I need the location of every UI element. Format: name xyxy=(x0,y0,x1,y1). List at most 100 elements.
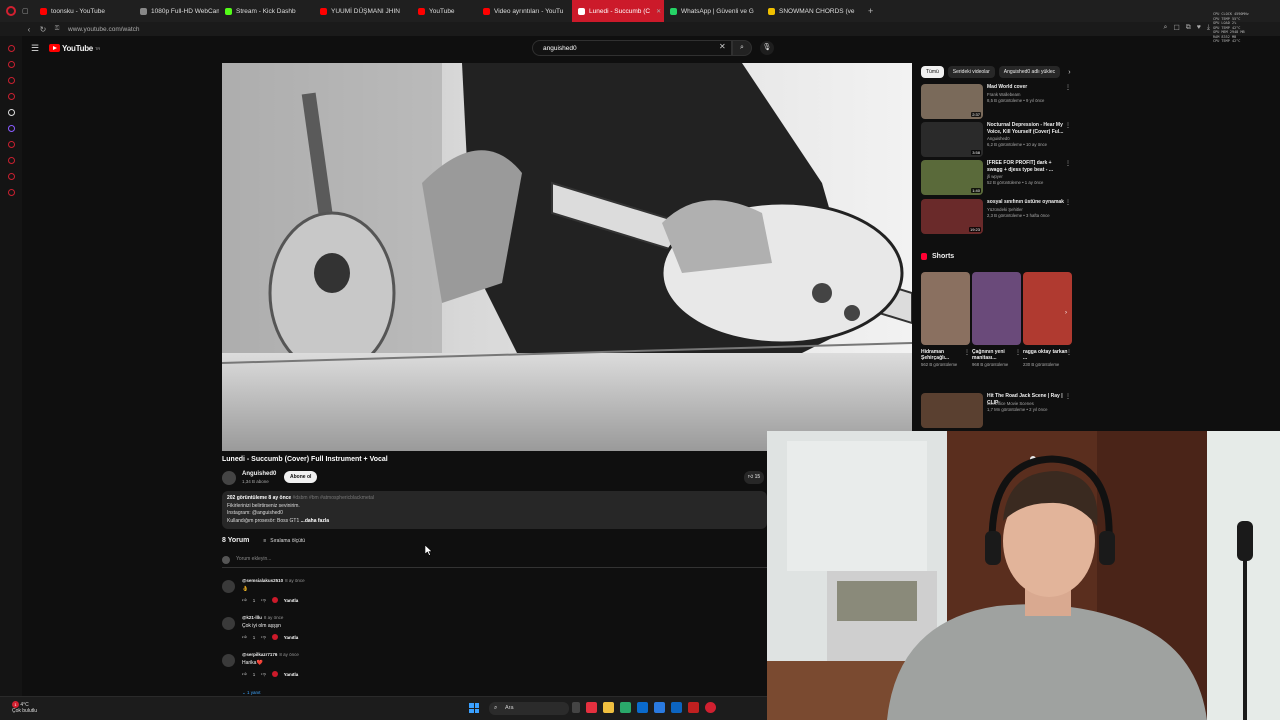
browser-tab[interactable]: YUUMİ DÜŞMANI JHIN xyxy=(314,0,412,22)
video-thumbnail[interactable]: 1:40 xyxy=(921,160,983,195)
commenter-avatar[interactable] xyxy=(222,654,235,667)
more-actions-icon[interactable]: ⋮ xyxy=(1065,393,1071,400)
short-title[interactable]: ragga oktay tarkan ... xyxy=(1023,349,1072,361)
browser-tab[interactable]: SNOWMAN CHORDS (ve xyxy=(762,0,862,22)
comment-username[interactable]: @serpilkazr7176 xyxy=(242,652,277,657)
short-thumbnail[interactable] xyxy=(972,272,1021,345)
more-actions-icon[interactable]: ⋮ xyxy=(1015,349,1021,356)
short-thumbnail[interactable] xyxy=(921,272,970,345)
comment-like-icon[interactable]: 👍︎ xyxy=(242,671,247,677)
sidebar-app-icon[interactable] xyxy=(7,125,15,132)
app-icon[interactable] xyxy=(654,702,665,713)
zoom-icon[interactable]: ⌕ xyxy=(1164,24,1168,32)
short-item[interactable]: Çağnının yeni manitası... 968 B görüntüle… xyxy=(972,272,1021,368)
subscribe-button[interactable]: Abone ol xyxy=(284,471,318,483)
filter-chip[interactable]: Serideki videolar xyxy=(947,66,995,78)
opera-icon[interactable] xyxy=(705,702,716,713)
shield-icon[interactable]: ♥ xyxy=(1197,24,1201,32)
short-title[interactable]: Hidraman Şehirçağlı... xyxy=(921,349,970,361)
browser-tab[interactable]: Lunedi - Succumb (C ✕ xyxy=(572,0,664,22)
comment-dislike-icon[interactable]: 👎︎ xyxy=(261,671,266,677)
video-title[interactable]: sosyal sınıfının üstüne oynamak xyxy=(987,199,1065,206)
sort-button[interactable]: ≡ Sıralama ölçütü xyxy=(263,538,305,544)
tab-list-icon[interactable]: ▢ xyxy=(22,7,34,15)
windows-start-icon[interactable] xyxy=(469,703,479,713)
comment-author[interactable]: @k21-lllu 8 ay önce xyxy=(242,615,283,620)
browser-tab[interactable]: Stream - Kick Dashb xyxy=(219,0,314,22)
search-input[interactable]: anguished0 xyxy=(532,40,732,56)
reload-icon[interactable]: ↻ xyxy=(36,25,50,34)
video-thumbnail[interactable]: 19:23 xyxy=(921,199,983,234)
recommended-video[interactable]: 1:40 [FREE FOR PROFIT] dark + swagg + dje… xyxy=(921,160,1073,196)
voice-search-button[interactable]: 🎙 xyxy=(760,41,774,55)
more-actions-icon[interactable]: ⋮ xyxy=(1065,122,1071,129)
reply-button[interactable]: Yanıtla xyxy=(284,598,299,603)
browser-tab[interactable]: toonsku - YouTube xyxy=(34,0,134,22)
app-icon[interactable] xyxy=(620,702,631,713)
close-tab-icon[interactable]: ✕ xyxy=(656,8,661,15)
description-box[interactable]: 202 görüntüleme 8 ay önce #dsbm #bm #atm… xyxy=(222,491,767,529)
more-actions-icon[interactable]: ⋮ xyxy=(964,349,970,356)
sidebar-app-icon[interactable] xyxy=(7,45,15,52)
clear-search-icon[interactable]: ✕ xyxy=(719,42,726,51)
youtube-logo[interactable]: YouTube TR xyxy=(49,44,100,53)
video-player[interactable] xyxy=(222,63,912,451)
more-actions-icon[interactable]: ⋮ xyxy=(1065,199,1071,206)
file-explorer-icon[interactable] xyxy=(603,702,614,713)
task-view-icon[interactable] xyxy=(572,702,580,713)
more-actions-icon[interactable]: ⋮ xyxy=(1066,349,1072,356)
recommended-video[interactable]: 2:37 Mad World cover Frank Wallebeam 8,5 B … xyxy=(921,84,1073,120)
weather-widget[interactable]: 1 4°C Çok bulutlu xyxy=(12,701,37,714)
reply-button[interactable]: Yanıtla xyxy=(284,635,299,640)
new-tab-button[interactable]: + xyxy=(862,6,879,16)
sidebar-app-icon[interactable] xyxy=(7,141,15,148)
back-icon[interactable]: ‹ xyxy=(22,25,36,34)
comment-username[interactable]: @k21-lllu xyxy=(242,615,262,620)
app-icon[interactable] xyxy=(688,702,699,713)
browser-tab[interactable]: YouTube xyxy=(412,0,477,22)
reply-button[interactable]: Yanıtla xyxy=(284,672,299,677)
browser-tab[interactable]: 1080p Full-HD WebCam xyxy=(134,0,219,22)
like-button[interactable]: 👍︎ 15 xyxy=(744,471,765,484)
filter-chip[interactable]: Anguished0 adlı yüklec xyxy=(998,66,1061,78)
recommended-video[interactable]: Hit The Road Jack Scene | Ray | CLIP BoxO… xyxy=(921,393,1073,429)
video-title[interactable]: [FREE FOR PROFIT] dark + swagg + djess t… xyxy=(987,160,1065,173)
more-actions-icon[interactable]: ⋮ xyxy=(1065,160,1071,167)
chevron-right-icon[interactable]: › xyxy=(1065,310,1067,316)
extension-icon[interactable]: ⧉ xyxy=(1186,24,1191,32)
hamburger-menu-icon[interactable]: ☰ xyxy=(31,43,41,54)
sidebar-app-icon[interactable] xyxy=(7,157,15,164)
hashtags[interactable]: #dsbm #bm #atmosphericblackmetal xyxy=(293,495,374,501)
show-more-link[interactable]: ...daha fazla xyxy=(301,518,329,524)
video-thumbnail[interactable] xyxy=(921,393,983,428)
browser-tab[interactable]: Video ayrıntıları - YouTu xyxy=(477,0,572,22)
comment-like-icon[interactable]: 👍︎ xyxy=(242,634,247,640)
sidebar-app-icon[interactable] xyxy=(7,189,15,196)
recommended-video[interactable]: 19:23 sosyal sınıfının üstüne oynamak Yüzü… xyxy=(921,199,1073,235)
taskbar-search[interactable]: ⌕ Ara xyxy=(489,702,569,715)
browser-logo-icon[interactable] xyxy=(6,6,16,16)
channel-name[interactable]: Anguished0 xyxy=(242,471,276,477)
bookmark-icon[interactable]: ☐ xyxy=(1173,24,1179,32)
recommended-video[interactable]: 3:58 Nocturnal Depression - Hear My Voice… xyxy=(921,122,1073,158)
browser-app-icon[interactable] xyxy=(586,702,597,713)
sidebar-app-icon[interactable] xyxy=(7,77,15,84)
comment-like-icon[interactable]: 👍︎ xyxy=(242,597,247,603)
outlook-icon[interactable] xyxy=(671,702,682,713)
site-info-icon[interactable]: ⚿ xyxy=(50,26,64,33)
short-item[interactable]: Hidraman Şehirçağlı... 562 B görüntüleme ⋮ xyxy=(921,272,970,368)
sidebar-app-icon[interactable] xyxy=(7,61,15,68)
search-button[interactable]: ⌕ xyxy=(732,40,752,56)
video-thumbnail[interactable]: 2:37 xyxy=(921,84,983,119)
comment-author[interactable]: @semsialakus2510 8 ay önce xyxy=(242,578,305,583)
short-thumbnail[interactable] xyxy=(1023,272,1072,345)
short-item[interactable]: ragga oktay tarkan ... 230 B görüntüleme ⋮ xyxy=(1023,272,1072,368)
short-title[interactable]: Çağnının yeni manitası... xyxy=(972,349,1021,361)
edge-icon[interactable] xyxy=(637,702,648,713)
sidebar-app-icon[interactable] xyxy=(7,93,15,100)
commenter-avatar[interactable] xyxy=(222,617,235,630)
filter-chip[interactable]: Tümü xyxy=(921,66,944,78)
add-comment-input[interactable]: Yorum ekleyin... xyxy=(222,556,767,568)
channel-avatar[interactable] xyxy=(222,471,236,485)
browser-tab[interactable]: WhatsApp | Güvenli ve G xyxy=(664,0,762,22)
